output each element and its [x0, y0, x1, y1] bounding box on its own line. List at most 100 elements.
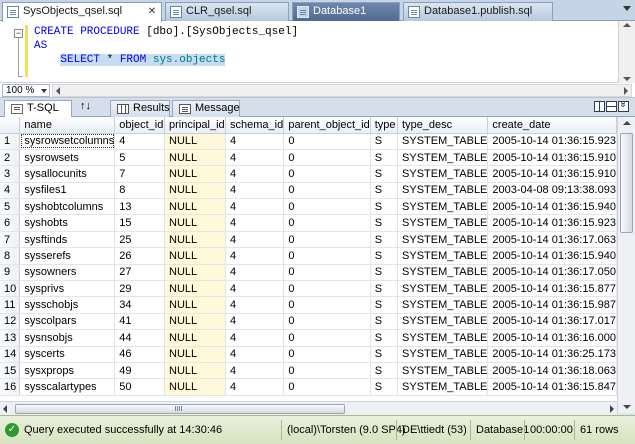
type-desc-cell[interactable]: SYSTEM_TABLE — [397, 313, 489, 331]
column-header-parent-object-id[interactable]: parent_object_id — [283, 117, 371, 134]
parent-object-id-cell[interactable]: 0 — [283, 280, 371, 298]
name-cell[interactable]: sysftinds — [19, 231, 116, 249]
object-id-cell[interactable]: 13 — [114, 198, 166, 216]
scroll-right-icon[interactable] — [610, 405, 614, 413]
row-number[interactable]: 11 — [0, 296, 21, 314]
object-id-cell[interactable]: 15 — [114, 214, 166, 232]
schema-id-cell[interactable]: 4 — [225, 362, 285, 380]
create-date-cell[interactable]: 2005-10-14 01:36:15.910 — [487, 165, 617, 183]
object-id-cell[interactable]: 4 — [114, 133, 166, 150]
schema-id-cell[interactable]: 4 — [225, 313, 285, 331]
name-cell[interactable]: syscolpars — [19, 313, 116, 331]
row-number[interactable]: 15 — [0, 362, 21, 380]
type-desc-cell[interactable]: SYSTEM_TABLE — [397, 231, 489, 249]
column-header-create-date[interactable]: create_date — [487, 117, 617, 134]
object-id-cell[interactable]: 27 — [114, 264, 166, 282]
table-row[interactable]: 9 sysowners 27 NULL 4 0 S SYSTEM_TABLE 2005-10-1… — [0, 264, 617, 282]
parent-object-id-cell[interactable]: 0 — [283, 231, 371, 249]
type-cell[interactable]: S — [370, 198, 399, 216]
create-date-cell[interactable]: 2005-10-14 01:36:15.940 — [487, 247, 617, 265]
split-vertical-icon[interactable] — [594, 101, 605, 112]
row-number[interactable]: 7 — [0, 231, 21, 249]
table-row[interactable]: 13 sysnsobjs 44 NULL 4 0 S SYSTEM_TABLE 2005-10-… — [0, 329, 617, 347]
type-cell[interactable]: S — [370, 378, 399, 396]
principal-id-cell[interactable]: NULL — [164, 280, 226, 298]
scroll-left-icon[interactable] — [56, 87, 60, 95]
tab-results[interactable]: Results — [110, 100, 170, 117]
collapse-region-icon[interactable]: − — [14, 29, 23, 38]
principal-id-cell[interactable]: NULL — [164, 149, 226, 167]
table-row[interactable]: 7 sysftinds 25 NULL 4 0 S SYSTEM_TABLE 2005-10-1… — [0, 231, 617, 249]
schema-id-cell[interactable]: 4 — [225, 214, 285, 232]
tab-message[interactable]: Message — [172, 100, 240, 117]
principal-id-cell[interactable]: NULL — [164, 378, 226, 396]
table-row[interactable]: 4 sysfiles1 8 NULL 4 0 S SYSTEM_TABLE 2003-04-08… — [0, 182, 617, 200]
name-cell[interactable]: sysnsobjs — [19, 329, 116, 347]
object-id-cell[interactable]: 49 — [114, 362, 166, 380]
name-cell[interactable]: syshobts — [19, 214, 116, 232]
row-number[interactable]: 5 — [0, 198, 21, 216]
table-row[interactable]: 1 sysrowsetcolumns 4 NULL 4 0 S SYSTEM_TABLE 200… — [0, 133, 617, 150]
schema-id-cell[interactable]: 4 — [225, 346, 285, 363]
type-cell[interactable]: S — [370, 231, 399, 249]
principal-id-cell[interactable]: NULL — [164, 247, 226, 265]
toggle-pane-icon[interactable] — [618, 101, 629, 112]
table-row[interactable]: 14 syscerts 46 NULL 4 0 S SYSTEM_TABLE 2005-10-1… — [0, 346, 617, 363]
tab-sysobjects-qsel[interactable]: SysObjects_qsel.sql ✕ — [2, 2, 162, 22]
parent-object-id-cell[interactable]: 0 — [283, 296, 371, 314]
table-row[interactable]: 6 syshobts 15 NULL 4 0 S SYSTEM_TABLE 2005-10-14… — [0, 214, 617, 232]
type-cell[interactable]: S — [370, 296, 399, 314]
object-id-cell[interactable]: 41 — [114, 313, 166, 331]
type-desc-cell[interactable]: SYSTEM_TABLE — [397, 362, 489, 380]
type-cell[interactable]: S — [370, 214, 399, 232]
row-number[interactable]: 12 — [0, 313, 21, 331]
create-date-cell[interactable]: 2005-10-14 01:36:17.050 — [487, 264, 617, 282]
name-cell[interactable]: sysfiles1 — [19, 182, 116, 200]
principal-id-cell[interactable]: NULL — [164, 329, 226, 347]
create-date-cell[interactable]: 2005-10-14 01:36:25.173 — [487, 346, 617, 363]
row-number[interactable]: 8 — [0, 247, 21, 265]
editor-horizontal-scrollbar[interactable] — [52, 84, 632, 97]
column-header-type-desc[interactable]: type_desc — [397, 117, 489, 134]
scroll-up-icon[interactable] — [623, 121, 631, 125]
row-number[interactable]: 6 — [0, 214, 21, 232]
tab-list-dropdown-icon[interactable] — [623, 6, 631, 11]
schema-id-cell[interactable]: 4 — [225, 378, 285, 396]
name-cell[interactable]: sysserefs — [19, 247, 116, 265]
type-desc-cell[interactable]: SYSTEM_TABLE — [397, 198, 489, 216]
row-number[interactable]: 10 — [0, 280, 21, 298]
object-id-cell[interactable]: 34 — [114, 296, 166, 314]
create-date-cell[interactable]: 2005-10-14 01:36:15.923 — [487, 214, 617, 232]
name-cell[interactable]: sysowners — [19, 264, 116, 282]
type-cell[interactable]: S — [370, 165, 399, 183]
principal-id-cell[interactable]: NULL — [164, 182, 226, 200]
schema-id-cell[interactable]: 4 — [225, 247, 285, 265]
type-desc-cell[interactable]: SYSTEM_TABLE — [397, 378, 489, 396]
column-header-schema-id[interactable]: schema_id — [225, 117, 285, 134]
type-desc-cell[interactable]: SYSTEM_TABLE — [397, 247, 489, 265]
schema-id-cell[interactable]: 4 — [225, 182, 285, 200]
principal-id-cell[interactable]: NULL — [164, 313, 226, 331]
row-number[interactable]: 2 — [0, 149, 21, 167]
row-number[interactable]: 1 — [0, 133, 21, 150]
type-cell[interactable]: S — [370, 280, 399, 298]
grid-horizontal-scrollbar[interactable] — [0, 401, 617, 415]
parent-object-id-cell[interactable]: 0 — [283, 264, 371, 282]
table-row[interactable]: 3 sysallocunits 7 NULL 4 0 S SYSTEM_TABLE 2005-1… — [0, 165, 617, 183]
parent-object-id-cell[interactable]: 0 — [283, 133, 371, 150]
table-row[interactable]: 16 sysscalartypes 50 NULL 4 0 S SYSTEM_TABLE 200… — [0, 378, 617, 396]
schema-id-cell[interactable]: 4 — [225, 280, 285, 298]
type-cell[interactable]: S — [370, 264, 399, 282]
create-date-cell[interactable]: 2005-10-14 01:36:15.987 — [487, 296, 617, 314]
table-row[interactable]: 5 syshobtcolumns 13 NULL 4 0 S SYSTEM_TABLE 2005… — [0, 198, 617, 216]
parent-object-id-cell[interactable]: 0 — [283, 378, 371, 396]
parent-object-id-cell[interactable]: 0 — [283, 198, 371, 216]
create-date-cell[interactable]: 2005-10-14 01:36:15.877 — [487, 280, 617, 298]
close-icon[interactable]: ✕ — [146, 6, 158, 18]
create-date-cell[interactable]: 2005-10-14 01:36:15.910 — [487, 149, 617, 167]
sort-arrows-icon[interactable]: ↑↓ — [80, 100, 91, 112]
type-desc-cell[interactable]: SYSTEM_TABLE — [397, 280, 489, 298]
schema-id-cell[interactable]: 4 — [225, 296, 285, 314]
split-horizontal-icon[interactable] — [606, 101, 617, 112]
parent-object-id-cell[interactable]: 0 — [283, 214, 371, 232]
